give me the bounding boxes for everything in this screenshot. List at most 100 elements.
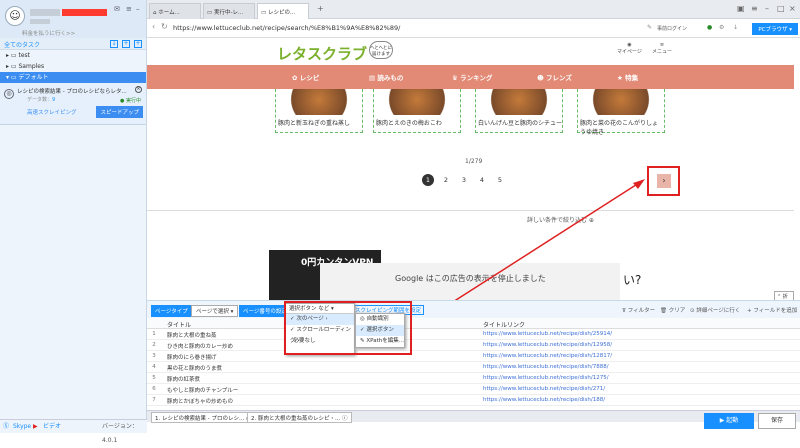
video-link[interactable]: ビデオ: [43, 420, 61, 434]
recipe-image: [374, 89, 460, 115]
main-area: ⌂ ホーム... ▭ 実行中-レ... ▭ レシピの... + ▣ ≡ – □ …: [147, 0, 800, 433]
close-button[interactable]: ×: [789, 4, 796, 13]
table-row[interactable]: 2 ひき肉と豚肉のカレー炒め https://www.lettuceclub.net…: [147, 340, 800, 351]
new-tab-button[interactable]: +: [317, 4, 324, 13]
workflow-toolbar: ページタイプ ページで選択 ▾ ページ番号の設定 選択ボタン など ▾ スクレイ…: [147, 300, 800, 318]
menu-icon[interactable]: ≡: [126, 5, 132, 13]
status-icon: ●: [707, 24, 713, 31]
page-4[interactable]: 4: [476, 174, 488, 186]
tab-home[interactable]: ⌂ ホーム...: [149, 3, 201, 19]
back-icon[interactable]: ‹: [152, 22, 155, 31]
fold-button[interactable]: ⌃ 折る: [774, 291, 794, 300]
pagetype-select[interactable]: ページで選択 ▾: [191, 305, 239, 317]
table-row[interactable]: 5 豚肉の紅茶煮 https://www.lettuceclub.net/recip…: [147, 373, 800, 384]
add-field-button[interactable]: + フィールドを追加: [747, 306, 797, 314]
address-bar: ‹ ↻ https://www.lettuceclub.net/recipe/s…: [147, 19, 800, 38]
folder-test[interactable]: ▸ ▭ test: [0, 50, 146, 61]
sidebar: ☺ ✉ ≡ – 料金を払うに行く>> 全てのタスク ↓ + + ▸ ▭ test…: [0, 0, 147, 444]
version-label: バージョン：4.0.1: [102, 423, 138, 444]
recipe-card[interactable]: 豚肉とえのきの梅おこわ: [373, 89, 461, 133]
google-ad-notice: Google はこの広告の表示を停止しました: [320, 263, 620, 300]
mypage-link[interactable]: ◉ マイページ: [617, 42, 642, 55]
page-3[interactable]: 3: [458, 174, 470, 186]
nav-ranking[interactable]: ♛ ランキング: [452, 72, 492, 82]
status-badge: ● 実行中: [120, 98, 141, 104]
edit-icon[interactable]: ✎: [647, 24, 652, 31]
minimize-button[interactable]: –: [765, 4, 769, 13]
table-row[interactable]: 1 豚肉と大根の重ね蒸 https://www.lettuceclub.net/re…: [147, 329, 800, 340]
site-header: レタスクラブ へとへとに届けます ◉ マイページ ≡ メニュー: [147, 38, 794, 65]
filter-button[interactable]: ⊽ フィルター: [622, 306, 655, 314]
recipe-card[interactable]: 白いんげん豆と豚肉のシチュー: [475, 89, 563, 133]
video-icon[interactable]: ▶: [33, 420, 38, 434]
reload-icon[interactable]: ↻: [161, 22, 168, 31]
task-icon: ◎: [4, 89, 14, 99]
skype-icon[interactable]: Ⓢ: [3, 420, 9, 434]
detail-page-button[interactable]: ⊙ 詳細ページに行く: [690, 306, 740, 314]
folder-default[interactable]: ▾ ▭ デフォルト: [0, 72, 146, 83]
ad-text: い?: [623, 273, 642, 287]
menu-link[interactable]: ≡ メニュー: [652, 42, 672, 55]
step-tab-1[interactable]: 1. レシピの検索結果 - プロのレシ... ◉: [151, 412, 255, 423]
divider: [147, 210, 794, 211]
recipe-card[interactable]: 豚肉と菜の花のこんがりしょうゆ焼き: [577, 89, 665, 136]
task-count: データ数：9: [27, 97, 56, 103]
table-row[interactable]: 4 黒の花と豚肉のうま煮 https://www.lettuceclub.net/r…: [147, 362, 800, 373]
pin-icon[interactable]: ▣: [737, 4, 745, 13]
step-tabs: 1. レシピの検索結果 - プロのレシ... ◉ 2. 豚肉と大根の重ね蒸のレシ…: [147, 410, 800, 423]
account-info-blurred: [30, 19, 50, 24]
clear-button[interactable]: 🗑 クリア: [660, 306, 685, 314]
login-button[interactable]: 事前ログイン: [657, 25, 687, 32]
username-blurred: [30, 9, 60, 16]
settings-icon[interactable]: ⚙: [719, 24, 724, 31]
pagetype-label: ページタイプ: [151, 305, 192, 317]
mail-icon[interactable]: ✉: [114, 5, 120, 13]
url-field[interactable]: https://www.lettuceclub.net/recipe/searc…: [173, 24, 400, 32]
upgrade-link[interactable]: 料金を払うに行く>>: [22, 29, 75, 37]
avatar[interactable]: ☺: [5, 6, 25, 26]
page-5[interactable]: 5: [494, 174, 506, 186]
minimize-icon[interactable]: –: [136, 5, 140, 13]
table-row[interactable]: 6 もやしと豚肉のチャンプルー https://www.lettuceclub.ne…: [147, 384, 800, 395]
logo-badge: へとへとに届けます: [369, 41, 393, 59]
maximize-button[interactable]: □: [777, 4, 785, 13]
recipe-image: [476, 89, 562, 115]
next-page-highlight: ›: [647, 166, 680, 196]
step-tab-2[interactable]: 2. 豚肉と大根の重ね蒸のレシピ・... ⓘ: [247, 412, 352, 423]
recipe-card[interactable]: 豚肉と新玉ねぎの重ね蒸し: [275, 89, 363, 133]
recipe-grid: 豚肉と新玉ねぎの重ね蒸し 豚肉とえのきの梅おこわ 白いんげん豆と豚肉のシチュー …: [275, 89, 675, 136]
page-2[interactable]: 2: [440, 174, 452, 186]
speedup-button[interactable]: スピードアップ: [96, 106, 143, 118]
run-button[interactable]: ▶ 起動: [704, 413, 754, 429]
table-row[interactable]: 7 豚肉とかぼちゃの炒めもの https://www.lettuceclub.net…: [147, 395, 800, 406]
page-1[interactable]: 1: [422, 174, 434, 186]
all-tasks-label[interactable]: 全てのタスク: [4, 40, 40, 49]
nav-friends[interactable]: ☻ フレンズ: [537, 72, 572, 82]
tab-recipe[interactable]: ▭ レシピの...: [257, 3, 309, 19]
task-item[interactable]: ◎ レシピの検索結果 - プロのレシピならレタ... × データ数：9 ● 実行…: [0, 83, 146, 125]
add-task-icon[interactable]: +: [134, 40, 142, 48]
table-row[interactable]: 3 豚肉のにら巻き揚げ https://www.lettuceclub.net/re…: [147, 351, 800, 362]
task-header: 全てのタスク ↓ + +: [0, 38, 146, 50]
nav-special[interactable]: ★ 特集: [617, 72, 638, 82]
skype-link[interactable]: Skype: [13, 420, 31, 434]
recipe-image: [276, 89, 362, 115]
download-icon[interactable]: ↓: [733, 24, 738, 31]
task-title: レシピの検索結果 - プロのレシピならレタ...: [17, 89, 127, 95]
filter-link[interactable]: 詳しい条件で絞り込む ⊕: [527, 215, 594, 224]
folder-samples[interactable]: ▸ ▭ Samples: [0, 61, 146, 72]
col-title[interactable]: タイトル: [167, 320, 191, 329]
col-link[interactable]: タイトルリンク: [483, 320, 525, 329]
menu-icon[interactable]: ≡: [751, 4, 758, 13]
site-logo[interactable]: レタスクラブ: [277, 43, 367, 64]
nav-read[interactable]: ▤ 読みもの: [369, 72, 403, 82]
tab-running[interactable]: ▭ 実行中-レ...: [203, 3, 255, 19]
pc-browser-dropdown[interactable]: PCブラウザ ▾: [752, 23, 798, 35]
add-folder-icon[interactable]: +: [122, 40, 130, 48]
web-page: レタスクラブ へとへとに届けます ◉ マイページ ≡ メニュー ✿ レシピ ▤ 読み…: [147, 38, 794, 300]
save-button[interactable]: 保存: [758, 413, 796, 429]
close-icon[interactable]: ×: [135, 86, 142, 93]
nav-recipe[interactable]: ✿ レシピ: [292, 72, 319, 82]
next-page-button[interactable]: ›: [657, 174, 671, 188]
import-icon[interactable]: ↓: [110, 40, 118, 48]
